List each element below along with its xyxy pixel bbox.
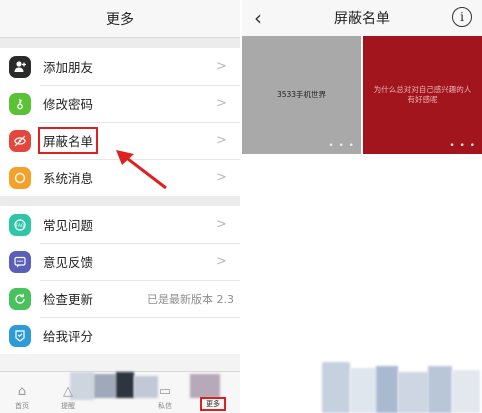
home-icon: ⌂ xyxy=(17,384,27,399)
chevron-right-icon: > xyxy=(216,254,227,269)
eye-off-icon xyxy=(9,129,31,152)
blur-patch xyxy=(116,372,134,398)
blur-patch xyxy=(322,362,350,413)
menu-item-label: 给我评分 xyxy=(43,329,94,344)
menu-item-label: 修改密码 xyxy=(43,97,94,112)
section-gap xyxy=(0,38,240,48)
bell-icon: △ xyxy=(63,384,73,399)
svg-text:FAQ: FAQ xyxy=(16,223,25,229)
chevron-right-icon: > xyxy=(216,217,227,232)
tab-more[interactable]: 更多 xyxy=(200,397,226,411)
tab-bar: ⌂ 首页 △ 提醒 ▭ 私信 更多 xyxy=(0,371,240,413)
message-icon xyxy=(9,166,31,189)
faq-icon: FAQ xyxy=(9,213,31,236)
page-title: 屏蔽名单 xyxy=(334,11,390,27)
more-screen: 更多 添加朋友 > 修改密码 > 屏蔽名单 > 系统消息 > FAQ 常见问题 … xyxy=(0,0,240,413)
chevron-right-icon: > xyxy=(216,133,227,148)
menu-item-label: 常见问题 xyxy=(43,218,94,233)
tab-label: 更多 xyxy=(206,400,220,408)
blocked-user-tile[interactable]: 为什么总对对自己感兴趣的人有好感呢 • • • xyxy=(363,36,482,154)
tile-text: 为什么总对对自己感兴趣的人有好感呢 xyxy=(373,84,472,104)
version-status: 已是最新版本 2.3 xyxy=(147,292,234,306)
settings-group-2: FAQ 常见问题 > 意见反馈 > 检查更新 已是最新版本 2.3 给我评分 xyxy=(0,206,240,354)
section-gap xyxy=(0,196,240,206)
chevron-right-icon: > xyxy=(216,96,227,111)
menu-item-change-password[interactable]: 修改密码 > xyxy=(0,85,240,122)
menu-item-label: 系统消息 xyxy=(43,171,94,186)
blocked-user-grid: 3533手机世界 • • • 为什么总对对自己感兴趣的人有好感呢 • • • xyxy=(242,36,482,154)
tab-messages[interactable]: ▭ 私信 xyxy=(145,384,185,411)
blur-patch xyxy=(94,374,116,398)
chevron-right-icon: > xyxy=(216,170,227,185)
menu-item-feedback[interactable]: 意见反馈 > xyxy=(0,243,240,280)
tile-text: 3533手机世界 xyxy=(276,89,327,99)
menu-item-block-list[interactable]: 屏蔽名单 > xyxy=(0,122,240,159)
blur-patch xyxy=(376,366,398,413)
page-title: 更多 xyxy=(106,11,134,28)
menu-item-label: 添加朋友 xyxy=(43,60,94,75)
key-icon xyxy=(9,92,31,115)
blur-patch xyxy=(190,374,220,398)
block-list-header: ‹ 屏蔽名单 i xyxy=(242,0,482,36)
settings-group-1: 添加朋友 > 修改密码 > 屏蔽名单 > 系统消息 > xyxy=(0,48,240,196)
tab-label: 私信 xyxy=(158,402,172,410)
more-dots-icon[interactable]: • • • xyxy=(328,140,355,152)
refresh-icon xyxy=(9,287,31,310)
more-header: 更多 xyxy=(0,0,240,38)
menu-item-check-update[interactable]: 检查更新 已是最新版本 2.3 xyxy=(0,280,240,317)
tab-reminders[interactable]: △ 提醒 xyxy=(48,384,88,411)
menu-item-faq[interactable]: FAQ 常见问题 > xyxy=(0,206,240,243)
menu-item-system-messages[interactable]: 系统消息 > xyxy=(0,159,240,196)
more-dots-icon[interactable]: • • • xyxy=(449,140,476,152)
menu-item-label: 意见反馈 xyxy=(43,255,94,270)
block-list-screen: ‹ 屏蔽名单 i 3533手机世界 • • • 为什么总对对自己感兴趣的人有好感… xyxy=(242,0,482,413)
tab-label: 提醒 xyxy=(61,402,75,410)
menu-item-add-friend[interactable]: 添加朋友 > xyxy=(0,48,240,85)
tab-label: 首页 xyxy=(15,402,29,410)
info-icon[interactable]: i xyxy=(452,7,472,27)
blur-patch xyxy=(452,370,480,413)
blur-patch xyxy=(350,368,376,413)
chevron-right-icon: > xyxy=(216,59,227,74)
blocked-user-tile[interactable]: 3533手机世界 • • • xyxy=(242,36,361,154)
feedback-icon xyxy=(9,250,31,273)
menu-item-label: 检查更新 xyxy=(43,292,94,307)
tab-home[interactable]: ⌂ 首页 xyxy=(2,384,42,411)
rate-icon xyxy=(9,324,31,347)
blur-patch xyxy=(428,366,452,413)
mail-icon: ▭ xyxy=(158,384,172,399)
blur-patch xyxy=(398,372,428,413)
menu-item-rate[interactable]: 给我评分 xyxy=(0,317,240,354)
highlight-box xyxy=(38,127,98,154)
back-arrow-icon[interactable]: ‹ xyxy=(254,6,262,30)
add-friend-icon xyxy=(9,55,31,78)
